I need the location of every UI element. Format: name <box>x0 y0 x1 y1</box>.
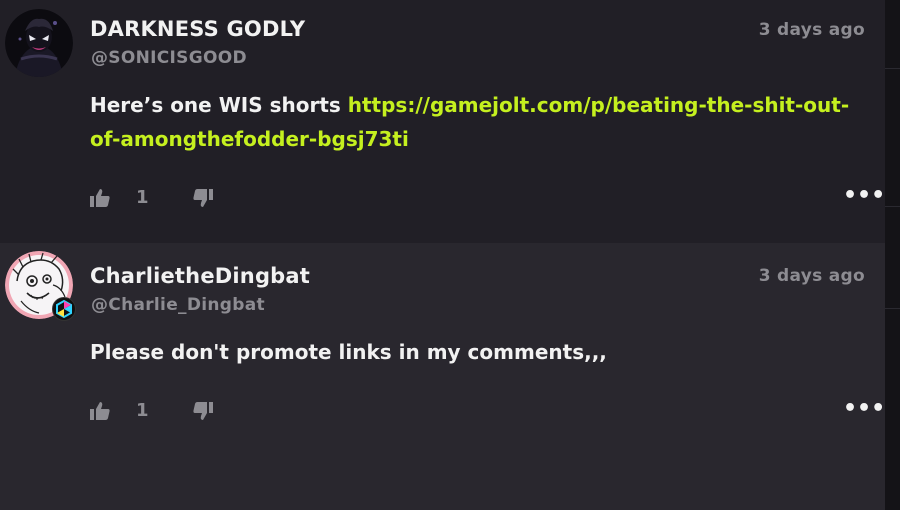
comment-timestamp[interactable]: 3 days ago <box>759 266 865 286</box>
comment-timestamp[interactable]: 3 days ago <box>759 20 865 40</box>
user-display-name[interactable]: CharlietheDingbat <box>90 264 310 288</box>
dark-character-avatar-icon <box>5 9 73 77</box>
comment-body: Here’s one WIS shorts https://gamejolt.c… <box>90 88 855 156</box>
comment-item: CharlietheDingbat @Charlie_Dingbat 3 day… <box>0 243 885 510</box>
rail-divider <box>885 206 900 207</box>
rail-divider <box>885 308 900 309</box>
more-options-icon[interactable]: ••• <box>843 398 885 424</box>
dislike-button[interactable] <box>193 402 215 422</box>
comment-text: Here’s one WIS shorts <box>90 93 348 117</box>
comment-item: DARKNESS GODLY @SONICISGOOD 3 days ago H… <box>0 0 885 243</box>
like-button[interactable] <box>90 189 112 209</box>
thumbs-down-icon <box>193 402 213 420</box>
rail-divider <box>885 68 900 69</box>
more-options-icon[interactable]: ••• <box>843 185 885 211</box>
verified-creator-badge-icon <box>52 297 76 321</box>
like-button[interactable] <box>90 402 112 422</box>
user-display-name[interactable]: DARKNESS GODLY <box>90 17 305 41</box>
dislike-button[interactable] <box>193 189 215 209</box>
page-side-rail <box>885 0 900 510</box>
comment-body: Please don't promote links in my comment… <box>90 340 607 364</box>
user-handle[interactable]: @Charlie_Dingbat <box>91 295 265 315</box>
comment-feed: DARKNESS GODLY @SONICISGOOD 3 days ago H… <box>0 0 885 510</box>
thumbs-down-icon <box>193 189 213 207</box>
thumbs-up-icon <box>90 402 110 420</box>
comment-actions: 1 ••• <box>90 398 885 424</box>
like-count: 1 <box>136 400 149 421</box>
thumbs-up-icon <box>90 189 110 207</box>
comment-actions: 1 ••• <box>90 185 885 211</box>
user-avatar[interactable] <box>5 9 73 77</box>
like-count: 1 <box>136 187 149 208</box>
user-handle[interactable]: @SONICISGOOD <box>91 48 247 68</box>
